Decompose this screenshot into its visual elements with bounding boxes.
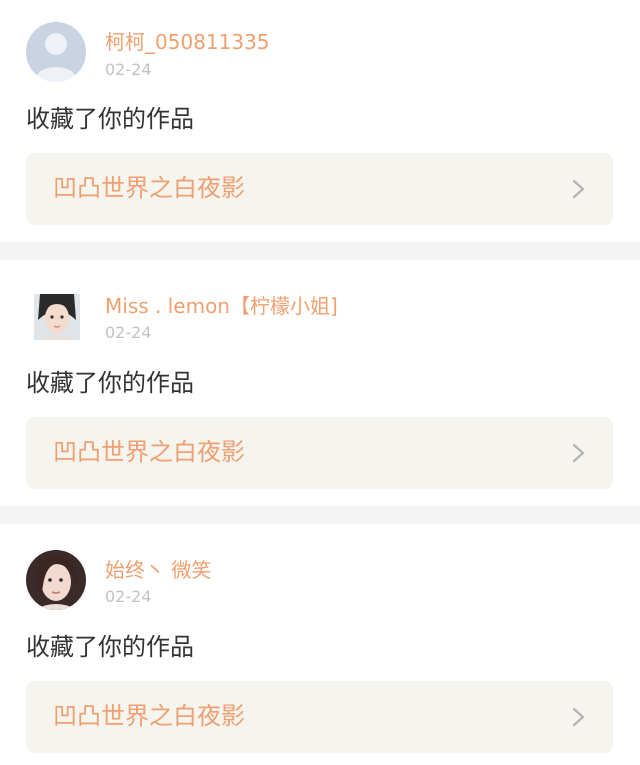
divider bbox=[0, 506, 640, 524]
user-photo-avatar[interactable] bbox=[26, 550, 86, 610]
work-link-card[interactable]: 凹凸世界之白夜影 bbox=[26, 153, 613, 225]
work-title: 凹凸世界之白夜影 bbox=[53, 174, 245, 202]
chevron-right-icon bbox=[572, 179, 585, 199]
work-link-card[interactable]: 凹凸世界之白夜影 bbox=[26, 417, 613, 489]
chevron-right-icon bbox=[572, 443, 585, 463]
username-link[interactable]: Miss . lemon【柠檬小姐] bbox=[105, 294, 338, 318]
chevron-right-icon bbox=[572, 707, 585, 727]
notification-feed: 柯柯_050811335 02-24 收藏了你的作品 凹凸世界之白夜影 Miss bbox=[0, 0, 640, 765]
notification-item: 始终丶 微笑 02-24 收藏了你的作品 凹凸世界之白夜影 bbox=[0, 524, 640, 765]
notification-item: Miss . lemon【柠檬小姐] 02-24 收藏了你的作品 凹凸世界之白夜… bbox=[0, 260, 640, 506]
notification-date: 02-24 bbox=[105, 323, 152, 342]
user-photo-avatar[interactable] bbox=[34, 294, 80, 340]
username-link[interactable]: 柯柯_050811335 bbox=[105, 30, 270, 54]
notification-action-text: 收藏了你的作品 bbox=[26, 369, 194, 397]
username-link[interactable]: 始终丶 微笑 bbox=[105, 558, 211, 582]
work-link-card[interactable]: 凹凸世界之白夜影 bbox=[26, 681, 613, 753]
work-title: 凹凸世界之白夜影 bbox=[53, 438, 245, 466]
notification-action-text: 收藏了你的作品 bbox=[26, 105, 194, 133]
divider bbox=[0, 242, 640, 260]
work-title: 凹凸世界之白夜影 bbox=[53, 702, 245, 730]
notification-date: 02-24 bbox=[105, 587, 152, 606]
notification-item: 柯柯_050811335 02-24 收藏了你的作品 凹凸世界之白夜影 bbox=[0, 0, 640, 242]
notification-date: 02-24 bbox=[105, 60, 152, 79]
notification-action-text: 收藏了你的作品 bbox=[26, 633, 194, 661]
default-avatar-icon[interactable] bbox=[26, 22, 86, 82]
